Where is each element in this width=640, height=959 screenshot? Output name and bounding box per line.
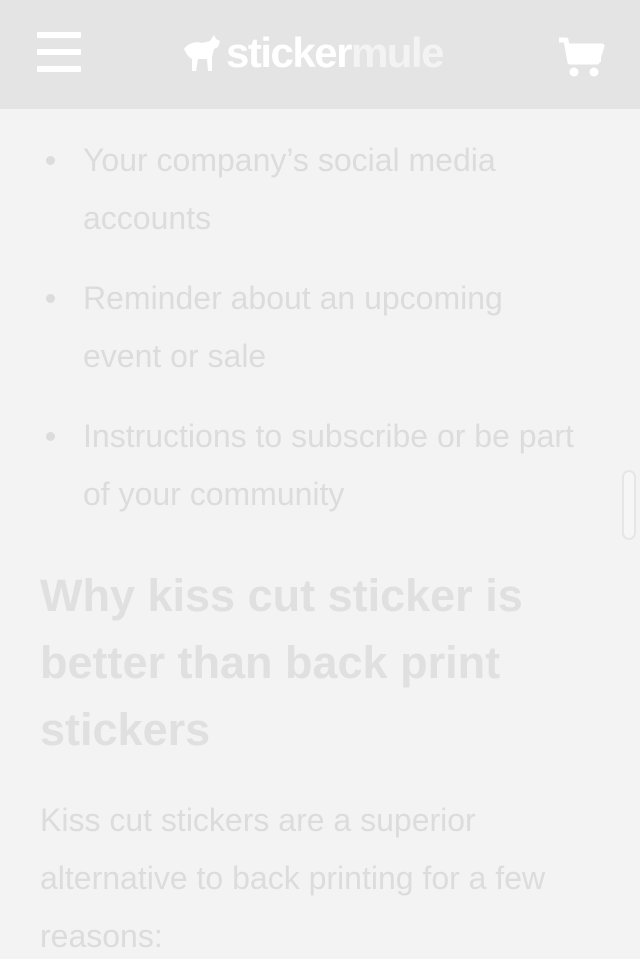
list-item-text: Reminder about an upcoming event or sale bbox=[83, 280, 503, 374]
bullet-list: Your company’s social media accounts Rem… bbox=[0, 131, 640, 545]
section-heading: Why kiss cut sticker is better than back… bbox=[40, 570, 523, 755]
stickermule-logo[interactable]: sticker mule bbox=[180, 27, 445, 79]
list-item: Instructions to subscribe or be part of … bbox=[0, 407, 583, 523]
shopping-cart-icon[interactable] bbox=[557, 36, 605, 80]
body-paragraph: Kiss cut stickers are a superior alterna… bbox=[40, 802, 546, 954]
list-item: Reminder about an upcoming event or sale bbox=[0, 269, 583, 385]
page: sticker mule Your company’s social media… bbox=[0, 0, 640, 959]
hamburger-menu-icon[interactable] bbox=[37, 32, 81, 72]
bullet-dot bbox=[46, 156, 55, 165]
bullet-dot bbox=[46, 294, 55, 303]
logo-text-sticker: sticker bbox=[226, 29, 352, 76]
list-item-text: Instructions to subscribe or be part of … bbox=[83, 418, 574, 512]
mule-icon bbox=[184, 35, 220, 71]
menu-bar-middle bbox=[37, 49, 81, 55]
list-item: Your company’s social media accounts bbox=[0, 131, 583, 247]
bullet-dot bbox=[46, 432, 55, 441]
list-item-text: Your company’s social media accounts bbox=[83, 142, 496, 236]
scrollbar-thumb[interactable] bbox=[622, 470, 636, 540]
site-header: sticker mule bbox=[0, 0, 640, 109]
article-content: Your company’s social media accounts Rem… bbox=[0, 109, 640, 959]
menu-bar-bottom bbox=[37, 66, 81, 72]
menu-bar-top bbox=[37, 32, 81, 38]
logo-text-mule: mule bbox=[350, 29, 445, 76]
